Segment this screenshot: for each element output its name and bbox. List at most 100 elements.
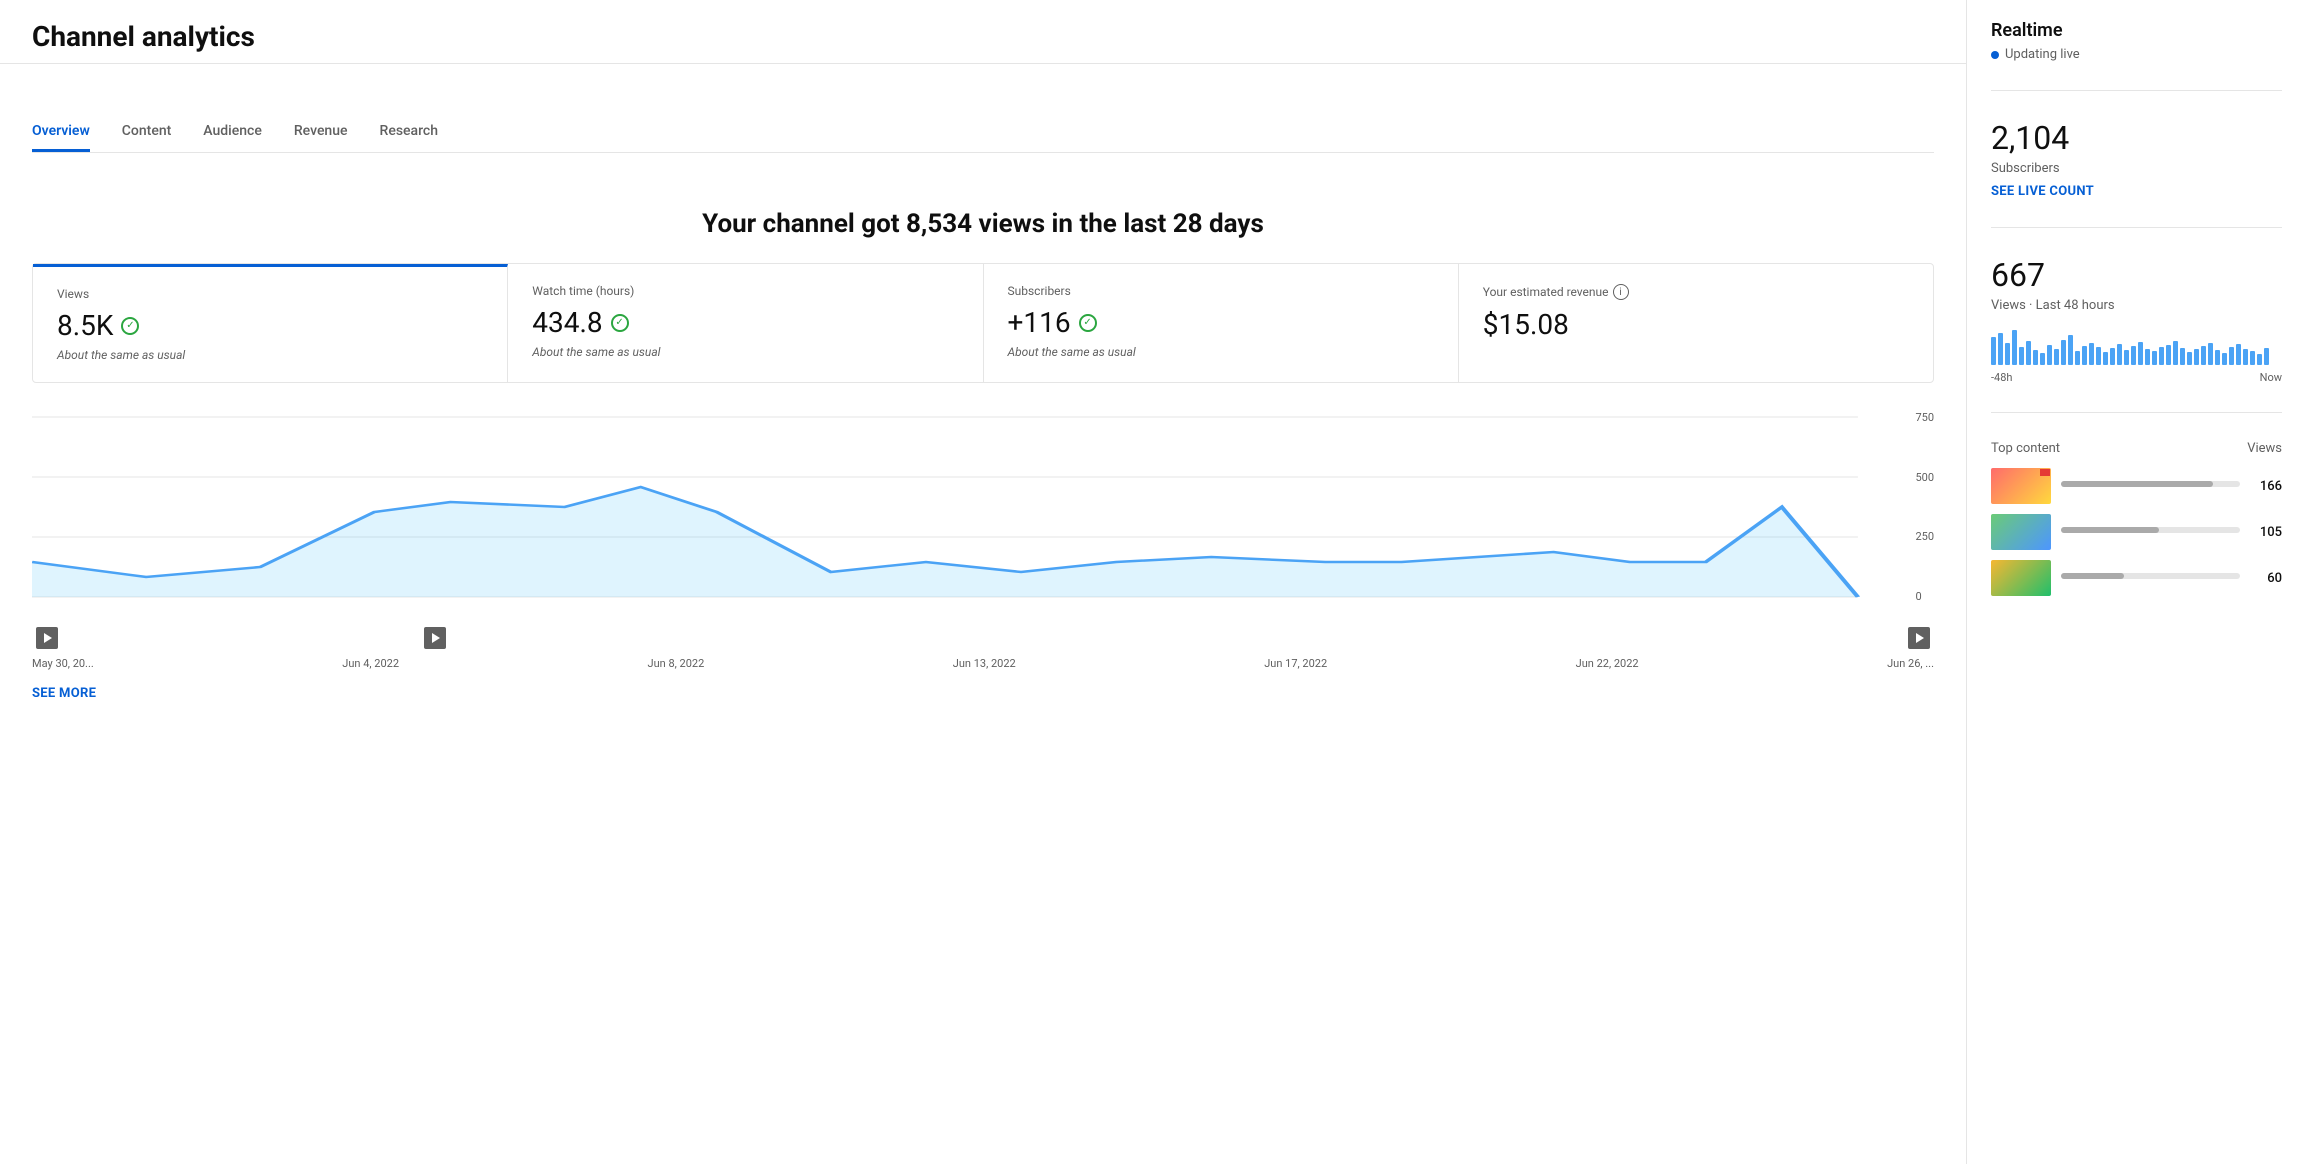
mini-bar [2145, 349, 2150, 365]
subscribers-label: Subscribers [1008, 284, 1434, 298]
content-thumbnail-3 [1991, 560, 2051, 596]
metric-card-subscribers[interactable]: Subscribers +116 ✓ About the same as usu… [984, 264, 1459, 382]
content-bar-3 [2061, 573, 2240, 579]
mini-bar [2124, 350, 2129, 365]
revenue-label: Your estimated revenue i [1483, 284, 1909, 300]
chart-date-1: May 30, 20... [32, 657, 94, 670]
watch-time-value: 434.8 ✓ [532, 306, 958, 339]
mini-bar [2005, 343, 2010, 365]
info-icon[interactable]: i [1613, 284, 1629, 300]
mini-bar [2187, 352, 2192, 365]
top-content-section: Top content Views 166 [1991, 441, 2282, 634]
mini-bar [2040, 353, 2045, 365]
mini-bar [2075, 351, 2080, 365]
mini-bar [2117, 344, 2122, 365]
content-thumbnail-1 [1991, 468, 2051, 504]
chart-date-7: Jun 26, ... [1887, 657, 1934, 670]
mini-bar [2201, 346, 2206, 365]
content-views-3: 60 [2250, 571, 2282, 586]
content-bar-wrapper-1 [2061, 481, 2240, 491]
subscribers-note: About the same as usual [1008, 345, 1434, 359]
tab-content[interactable]: Content [122, 111, 172, 152]
video-marker-3[interactable] [1908, 627, 1930, 649]
content-bar-fill-1 [2061, 481, 2213, 487]
tab-revenue[interactable]: Revenue [294, 111, 348, 152]
views-check-icon: ✓ [121, 317, 139, 335]
mini-bar [2243, 349, 2248, 365]
see-live-count-link[interactable]: SEE LIVE COUNT [1991, 184, 2282, 199]
mini-bar [2222, 353, 2227, 365]
mini-bar [1998, 333, 2003, 365]
mini-bar [2264, 348, 2269, 365]
mini-bar [1991, 337, 1996, 365]
watch-time-note: About the same as usual [532, 345, 958, 359]
subscribers-check-icon: ✓ [1079, 314, 1097, 332]
mini-bar [2026, 341, 2031, 365]
sidebar-subscribers-count: 2,104 [1991, 119, 2282, 157]
revenue-value: $15.08 [1483, 308, 1909, 341]
mini-bar [2208, 343, 2213, 365]
mini-bar [2033, 350, 2038, 365]
subscribers-value: +116 ✓ [1008, 306, 1434, 339]
mini-bar [2103, 352, 2108, 365]
chart-svg [32, 407, 1934, 607]
sidebar: Realtime Updating live 2,104 Subscribers… [1966, 0, 2306, 1164]
mini-bar [2152, 351, 2157, 365]
y-axis-labels: 750 500 250 0 [1915, 407, 1934, 607]
y-label-0: 0 [1915, 590, 1934, 603]
sidebar-views-count: 667 [1991, 256, 2282, 294]
see-more-link[interactable]: SEE MORE [32, 686, 1934, 701]
mini-bar [2089, 343, 2094, 365]
y-label-750: 750 [1915, 411, 1934, 424]
views-section: 667 Views · Last 48 hours [1991, 256, 2282, 413]
chart-date-5: Jun 17, 2022 [1264, 657, 1327, 670]
mini-bar [2068, 335, 2073, 365]
mini-bar [2047, 345, 2052, 365]
metric-card-views[interactable]: Views 8.5K ✓ About the same as usual [33, 264, 508, 382]
mini-bar [2138, 342, 2143, 365]
watch-time-label: Watch time (hours) [532, 284, 958, 298]
flag-icon [2040, 469, 2050, 476]
content-views-2: 105 [2250, 525, 2282, 540]
tabs-bar: Overview Content Audience Revenue Resear… [32, 111, 1934, 153]
mini-bar [2159, 347, 2164, 365]
video-marker-2[interactable] [424, 627, 446, 649]
video-marker-1[interactable] [36, 627, 58, 649]
sidebar-views-label: Views · Last 48 hours [1991, 298, 2282, 313]
metric-card-watch-time[interactable]: Watch time (hours) 434.8 ✓ About the sam… [508, 264, 983, 382]
content-bar-fill-3 [2061, 573, 2124, 579]
top-content-label: Top content [1991, 441, 2060, 456]
sidebar-subscribers-label: Subscribers [1991, 161, 2282, 176]
metric-card-revenue[interactable]: Your estimated revenue i $15.08 [1459, 264, 1933, 382]
live-dot-icon [1991, 51, 1999, 59]
mini-bar [2180, 348, 2185, 365]
top-content-header: Top content Views [1991, 441, 2282, 456]
metric-cards: Views 8.5K ✓ About the same as usual Wat… [32, 263, 1934, 383]
mini-bar [2229, 347, 2234, 365]
mini-bar [2061, 340, 2066, 365]
mini-bar [2166, 345, 2171, 365]
mini-bar [2082, 346, 2087, 365]
mini-chart-label-left: -48h [1991, 371, 2012, 384]
chart-dates: May 30, 20... Jun 4, 2022 Jun 8, 2022 Ju… [32, 657, 1934, 670]
live-indicator: Updating live [1991, 47, 2282, 62]
content-item-2[interactable]: 105 [1991, 514, 2282, 550]
video-markers-row [32, 627, 1934, 649]
views-col-label: Views [2247, 441, 2282, 456]
content-item-3[interactable]: 60 [1991, 560, 2282, 596]
views-note: About the same as usual [57, 348, 483, 362]
page-title: Channel analytics [32, 20, 255, 53]
chart-date-4: Jun 13, 2022 [953, 657, 1016, 670]
page-wrapper: Channel analytics ADVANCED MODE May 30 –… [0, 0, 2306, 1164]
date-selector-row: May 30 – Jun 26, 2022 Last 28 days [0, 64, 2306, 111]
content-bar-wrapper-3 [2061, 573, 2240, 583]
subscribers-section: 2,104 Subscribers SEE LIVE COUNT [1991, 119, 2282, 228]
tab-research[interactable]: Research [380, 111, 438, 152]
mini-bar [2194, 349, 2199, 365]
mini-bar [2012, 330, 2017, 365]
chart-container: 750 500 250 0 [32, 407, 1934, 611]
content-item-1[interactable]: 166 [1991, 468, 2282, 504]
tab-overview[interactable]: Overview [32, 111, 90, 152]
mini-bar [2110, 348, 2115, 365]
tab-audience[interactable]: Audience [203, 111, 262, 152]
